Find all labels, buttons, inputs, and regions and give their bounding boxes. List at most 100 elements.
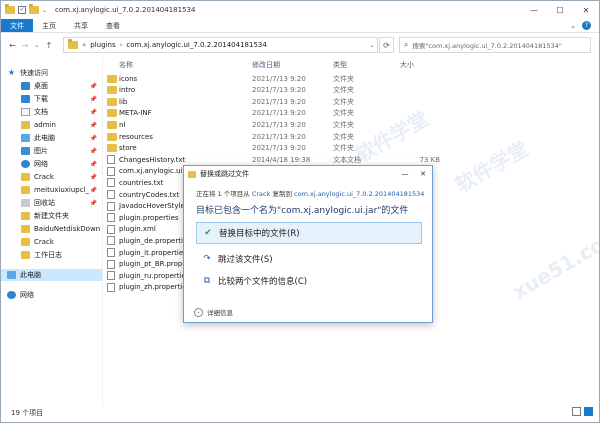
column-headers: 名称 修改日期 类型 大小	[104, 58, 598, 72]
file-row[interactable]: resources 2021/7/13 9:20 文件夹	[104, 131, 598, 142]
search-box[interactable]: ⌕ 搜索"com.xj.anylogic.ui_7.0.2.2014041815…	[399, 37, 591, 53]
maximize-button[interactable]: ☐	[547, 1, 573, 19]
sidebar-item-quick-access[interactable]: ★ 快速访问	[1, 67, 102, 79]
forward-button[interactable]: →	[22, 41, 29, 50]
file-row[interactable]: intro 2021/7/13 9:20 文件夹	[104, 85, 598, 96]
dialog-close-button[interactable]: ✕	[414, 170, 432, 178]
column-header-type[interactable]: 类型	[333, 60, 347, 70]
dialog-title-bar: 替换或跳过文件 — ✕	[184, 166, 432, 182]
file-name: plugin_zh.propertie	[119, 283, 187, 292]
column-header-name[interactable]: 名称	[119, 60, 133, 70]
sidebar-item-pictures[interactable]: 图片 📌	[1, 145, 102, 157]
file-row[interactable]: nl 2021/7/13 9:20 文件夹	[104, 119, 598, 130]
breadcrumb-current[interactable]: com.xj.anylogic.ui_7.0.2.201404181534	[126, 41, 266, 49]
sidebar-item-documents[interactable]: 文档 📌	[1, 106, 102, 118]
sidebar-item-desktop[interactable]: 桌面 📌	[1, 80, 102, 92]
file-name: plugin.xml	[119, 225, 156, 234]
pin-icon: 📌	[89, 186, 97, 194]
file-date: 2021/7/13 9:20	[252, 132, 306, 141]
file-icon	[107, 166, 115, 176]
refresh-button[interactable]: ⟳	[379, 37, 394, 53]
folder-icon	[21, 212, 30, 220]
up-button[interactable]: ↑	[45, 41, 52, 50]
folder-icon	[107, 132, 117, 141]
file-name: com.xj.anylogic.ui.ja	[119, 167, 191, 176]
copy-icon	[188, 170, 196, 178]
recent-locations-button[interactable]: ⌄	[34, 42, 39, 49]
pin-icon: 📌	[89, 147, 97, 155]
file-icon	[107, 190, 115, 199]
file-row[interactable]: icons 2021/7/13 9:20 文件夹	[104, 73, 598, 84]
sidebar-item-crack[interactable]: Crack	[1, 236, 102, 248]
column-header-date[interactable]: 修改日期	[252, 60, 280, 70]
destination-link[interactable]: com.xj.anylogic.ui_7.0.2.201404181534	[294, 190, 424, 198]
source-link[interactable]: Crack	[252, 190, 271, 198]
file-name: store	[119, 144, 137, 153]
sidebar-item-new-folder[interactable]: 新建文件夹	[1, 210, 102, 222]
search-icon: ⌕	[404, 40, 409, 49]
help-icon[interactable]: ?	[582, 21, 591, 30]
toolbar-dropdown-icon[interactable]: ⌄	[42, 7, 47, 14]
minimize-button[interactable]: —	[521, 1, 547, 19]
file-row[interactable]: META-INF 2021/7/13 9:20 文件夹	[104, 108, 598, 119]
computer-icon	[21, 134, 30, 142]
details-toggle[interactable]: ⌄ 详细信息	[194, 307, 233, 317]
file-row[interactable]: ChangesHistory.txt 2014/4/18 19:38 文本文档 73 …	[104, 154, 598, 165]
address-dropdown-icon[interactable]: ⌄	[367, 42, 377, 49]
column-header-size[interactable]: 大小	[400, 60, 414, 70]
sidebar-item-this-pc-pinned[interactable]: 此电脑 📌	[1, 132, 102, 144]
sidebar-item-crack-pinned[interactable]: Crack 📌	[1, 171, 102, 183]
close-button[interactable]: ✕	[573, 1, 599, 19]
file-row[interactable]: lib 2021/7/13 9:20 文件夹	[104, 96, 598, 107]
tab-file[interactable]: 文件	[1, 19, 33, 32]
folder-icon	[21, 251, 30, 259]
dialog-minimize-button[interactable]: —	[396, 170, 414, 178]
tab-share[interactable]: 共享	[65, 19, 97, 32]
new-folder-icon[interactable]	[29, 4, 39, 14]
navigation-buttons: ← → ⌄ ↑	[1, 41, 52, 50]
sidebar-item-baidu[interactable]: BaiduNetdiskDown	[1, 223, 102, 235]
compare-files-option[interactable]: ⧉ 比较两个文件的信息(C)	[196, 270, 422, 292]
pictures-icon	[21, 147, 30, 155]
sidebar-item-network[interactable]: 网络	[1, 289, 102, 301]
download-icon	[21, 95, 30, 103]
file-name: countryCodes.txt	[119, 190, 180, 199]
replace-or-skip-dialog: 替换或跳过文件 — ✕ 正在将 1 个项目从 Crack 复制到 com.xj.…	[183, 165, 433, 323]
sidebar-item-recycle-bin[interactable]: 回收站 📌	[1, 197, 102, 209]
ribbon-expand-icon[interactable]: ⌄	[570, 22, 576, 30]
file-name: plugin_de.propertie	[119, 236, 188, 245]
sidebar-item-work-log[interactable]: 工作日志	[1, 249, 102, 261]
address-bar[interactable]: « plugins › com.xj.anylogic.ui_7.0.2.201…	[63, 37, 378, 53]
tab-home[interactable]: 主页	[33, 19, 65, 32]
file-row[interactable]: store 2021/7/13 9:20 文件夹	[104, 143, 598, 154]
folder-icon	[107, 109, 117, 118]
file-size: 73 KB	[419, 155, 440, 164]
sidebar-item-admin[interactable]: admin 📌	[1, 119, 102, 131]
address-row: ← → ⌄ ↑ « plugins › com.xj.anylogic.ui_7…	[1, 34, 599, 56]
file-name: nl	[119, 120, 126, 129]
ribbon-right: ⌄ ?	[570, 19, 599, 32]
skip-file-option[interactable]: ↷ 跳过该文件(S)	[196, 248, 422, 270]
properties-check-icon[interactable]: ✓	[18, 6, 26, 14]
sidebar-item-this-pc[interactable]: 此电脑	[1, 269, 102, 281]
dialog-info: 正在将 1 个项目从 Crack 复制到 com.xj.anylogic.ui_…	[196, 190, 425, 198]
address-overflow[interactable]: «	[82, 41, 86, 49]
large-icons-view-icon[interactable]	[584, 407, 593, 416]
replace-file-option[interactable]: ✔ 替换目标中的文件(R)	[196, 222, 422, 244]
dialog-heading: 目标已包含一个名为"com.xj.anylogic.ui.jar"的文件	[196, 206, 409, 216]
pin-icon: 📌	[89, 160, 97, 168]
back-button[interactable]: ←	[9, 41, 16, 50]
sidebar-item-network-pinned[interactable]: 网络 📌	[1, 158, 102, 170]
file-icon	[107, 224, 115, 234]
folder-icon	[21, 225, 30, 233]
folder-icon	[107, 74, 117, 83]
folder-icon	[21, 186, 30, 194]
folder-icon	[21, 173, 30, 181]
sidebar-item-meitu[interactable]: meituxiuxiupcl_ 📌	[1, 184, 102, 196]
breadcrumb-plugins[interactable]: plugins	[90, 41, 115, 49]
pin-icon: 📌	[89, 95, 97, 103]
tab-view[interactable]: 查看	[97, 19, 129, 32]
details-view-icon[interactable]	[572, 407, 581, 416]
folder-icon	[107, 97, 117, 106]
sidebar-item-downloads[interactable]: 下载 📌	[1, 93, 102, 105]
